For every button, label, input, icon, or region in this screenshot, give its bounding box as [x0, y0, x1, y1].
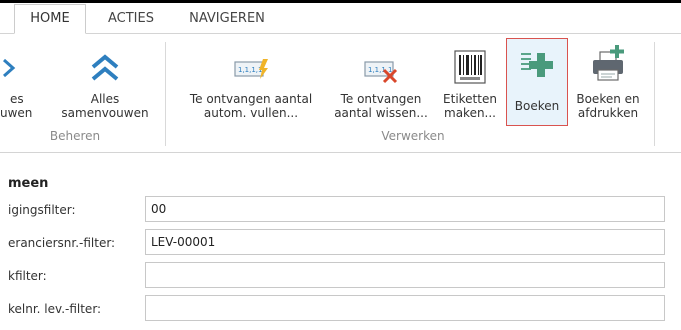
autofill-qty-label-1: Te ontvangen aantal — [189, 92, 313, 106]
field-label-vendor-no-filter: eranciersnr.-filter: — [8, 236, 116, 250]
clear-qty-label-2: aantal wissen... — [334, 106, 428, 120]
filter-3-input[interactable] — [145, 262, 665, 288]
collapse-all-label-2: samenvouwen — [61, 106, 149, 120]
post-and-print-button[interactable]: Boeken en afdrukken — [568, 44, 648, 124]
expand-all-label-1: es — [10, 92, 24, 106]
tab-acties[interactable]: ACTIES — [96, 3, 166, 34]
chevron-down-double-icon — [3, 58, 16, 78]
post-label: Boeken — [514, 99, 560, 113]
autofill-qty-to-receive-button[interactable]: 1,1,1,1 Te ontvangen aantal autom. vulle… — [178, 44, 324, 124]
post-and-print-label-1: Boeken en — [576, 92, 640, 106]
clear-quantity-icon: 1,1,1,1 — [364, 61, 398, 84]
expand-all-label-2: uwen — [0, 106, 33, 120]
clear-qty-to-receive-button[interactable]: 1,1,1,1 Te ontvangen aantal wissen... — [330, 44, 432, 124]
tab-home[interactable]: HOME — [14, 4, 86, 34]
barcode-label-icon — [454, 50, 486, 84]
tab-navigeren[interactable]: NAVIGEREN — [180, 3, 274, 34]
vendor-item-no-filter-input[interactable] — [145, 295, 665, 321]
create-labels-label-2: maken... — [444, 106, 496, 120]
svg-text:1,1,1,1: 1,1,1,1 — [238, 66, 263, 74]
section-title-general: meen — [8, 176, 49, 191]
chevron-up-double-icon — [91, 54, 119, 81]
location-filter-input[interactable]: 00 — [145, 196, 665, 222]
post-button[interactable]: Boeken — [506, 44, 568, 124]
ribbon-bottom-divider — [0, 152, 681, 153]
vendor-no-filter-input[interactable]: LEV-00001 — [145, 229, 665, 255]
group-label-verwerken: Verwerken — [381, 129, 445, 143]
post-and-print-label-2: afdrukken — [577, 106, 639, 120]
ribbon: es uwen Alles samenvouwen Beheren 1,1,1,… — [0, 34, 681, 152]
collapse-all-button[interactable]: Alles samenvouwen — [56, 44, 154, 124]
post-plus-icon — [521, 53, 553, 77]
ribbon-group-separator-right — [654, 42, 655, 146]
collapse-all-label-1: Alles — [90, 92, 120, 106]
autofill-quantity-icon: 1,1,1,1 — [234, 59, 268, 79]
autofill-qty-label-2: autom. vullen... — [203, 106, 299, 120]
ribbon-group-separator — [165, 42, 166, 146]
field-label-location-filter: igingsfilter: — [8, 203, 76, 217]
expand-all-button[interactable]: es uwen — [0, 44, 50, 124]
clear-qty-label-1: Te ontvangen — [340, 92, 422, 106]
printer-plus-icon — [593, 45, 624, 81]
create-labels-label-1: Etiketten — [443, 92, 497, 106]
group-label-beheren: Beheren — [49, 129, 101, 143]
field-label-vendor-item-no-filter: kelnr. lev.-filter: — [8, 302, 102, 316]
field-label-filter-3: kfilter: — [8, 269, 47, 283]
create-labels-button[interactable]: Etiketten maken... — [436, 44, 504, 124]
